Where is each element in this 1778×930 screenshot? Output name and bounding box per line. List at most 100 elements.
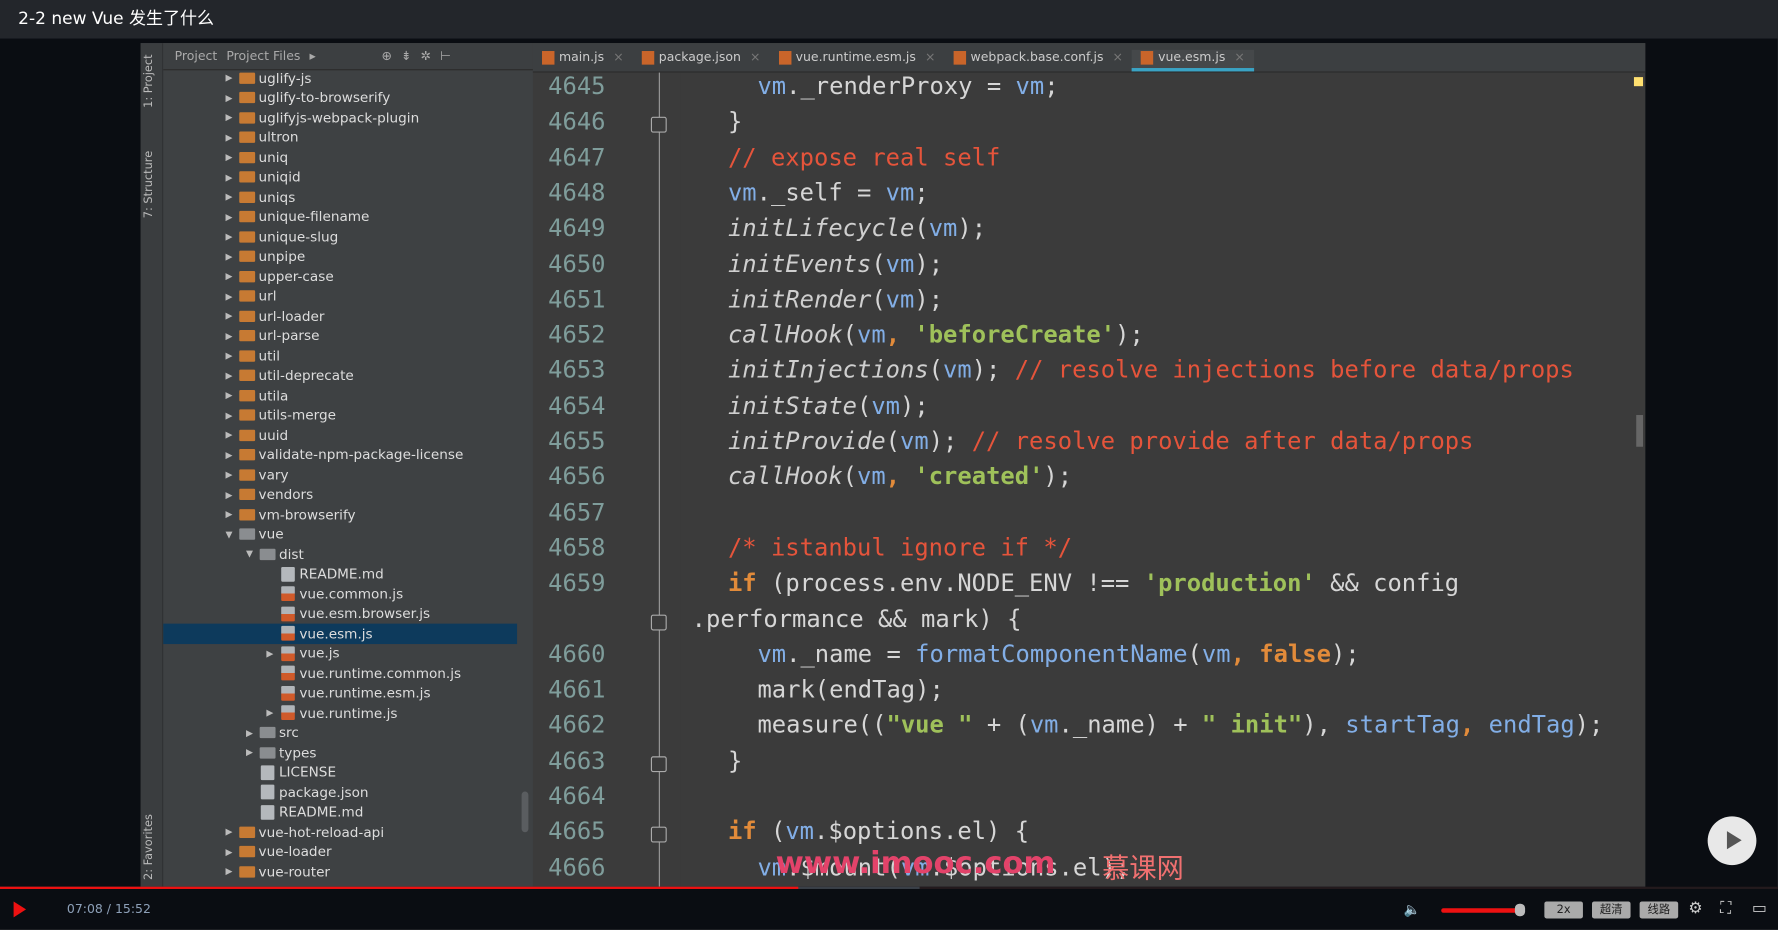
tree-item[interactable]: ▶ upper-case <box>163 266 517 286</box>
chevron-right-icon[interactable]: ▸ <box>309 49 315 64</box>
collapse-icon[interactable]: ⇟ <box>401 49 411 64</box>
chevron-right-icon[interactable]: ▶ <box>222 113 236 123</box>
tree-item[interactable]: ▶ vue-hot-reload-api <box>163 822 517 842</box>
chevron-right-icon[interactable]: ▶ <box>222 251 236 261</box>
chevron-right-icon[interactable]: ▶ <box>222 410 236 420</box>
code-line[interactable]: } <box>728 108 742 135</box>
tree-item[interactable]: ▶ uglify-js <box>163 68 517 88</box>
chevron-right-icon[interactable]: ▶ <box>222 291 236 301</box>
tree-item[interactable]: package.json <box>163 782 517 802</box>
tree-item[interactable]: ▶ uniqs <box>163 187 517 207</box>
tree-item[interactable]: ▶ utils-merge <box>163 405 517 425</box>
code-editor[interactable]: main.js × package.json × vue.runtime.esm.js ×… <box>532 43 1646 887</box>
big-play-button[interactable] <box>1707 816 1757 866</box>
code-line[interactable]: // expose real self <box>728 144 1000 171</box>
code-line[interactable]: initRender(vm); <box>728 286 943 313</box>
chevron-right-icon[interactable]: ▶ <box>222 93 236 103</box>
chevron-right-icon[interactable]: ▶ <box>222 212 236 222</box>
editor-tab[interactable]: vue.esm.js × <box>1132 49 1254 72</box>
chevron-down-icon[interactable]: ▼ <box>243 549 257 559</box>
project-tab[interactable]: Project <box>175 49 218 64</box>
code-line[interactable]: } <box>728 747 742 774</box>
chevron-right-icon[interactable]: ▶ <box>222 192 236 202</box>
project-files-tab[interactable]: Project Files <box>226 49 300 64</box>
tree-item[interactable]: README.md <box>163 564 517 584</box>
chevron-right-icon[interactable]: ▶ <box>222 152 236 162</box>
tree-item[interactable]: ▶ uglify-to-browserify <box>163 88 517 108</box>
tree-item[interactable]: ▶ util <box>163 346 517 366</box>
fold-icon[interactable] <box>650 614 667 630</box>
code-line[interactable]: if (vm.$options.el) { <box>728 818 1029 845</box>
tree-item[interactable]: ▶ unique-slug <box>163 227 517 247</box>
fold-icon[interactable] <box>650 117 667 134</box>
chevron-right-icon[interactable]: ▶ <box>222 232 236 242</box>
fold-icon[interactable] <box>650 755 667 772</box>
tree-item[interactable]: ▶ validate-npm-package-license <box>163 445 517 465</box>
tree-item[interactable]: ▼ vue <box>163 524 517 544</box>
tree-item[interactable]: ▶ src <box>163 723 517 743</box>
code-line[interactable]: mark(endTag); <box>757 676 943 703</box>
settings-icon[interactable]: ⚙ <box>1688 899 1702 917</box>
tree-item[interactable]: ▶ uglifyjs-webpack-plugin <box>163 108 517 128</box>
tree-item[interactable]: ▶ utila <box>163 386 517 406</box>
side-tab-favorites[interactable]: 2: Favorites <box>143 814 155 880</box>
tree-item[interactable]: ▶ vue-router <box>163 862 517 882</box>
chevron-right-icon[interactable]: ▶ <box>222 351 236 361</box>
chevron-right-icon[interactable]: ▶ <box>222 470 236 480</box>
close-icon[interactable]: × <box>925 50 935 65</box>
code-line[interactable]: .performance && mark) { <box>692 605 1022 632</box>
fold-icon[interactable] <box>650 826 667 843</box>
code-line[interactable]: initInjections(vm); // resolve injection… <box>728 356 1574 383</box>
close-icon[interactable]: × <box>613 50 623 65</box>
chevron-right-icon[interactable]: ▶ <box>222 331 236 341</box>
chevron-right-icon[interactable]: ▶ <box>222 827 236 837</box>
tree-item[interactable]: README.md <box>163 802 517 822</box>
tree-item[interactable]: ▶ unique-filename <box>163 207 517 227</box>
code-line[interactable]: vm._self = vm; <box>728 179 929 206</box>
chevron-right-icon[interactable]: ▶ <box>222 311 236 321</box>
code-line[interactable]: callHook(vm, 'beforeCreate'); <box>728 321 1144 348</box>
tree-item[interactable]: ▶ types <box>163 743 517 763</box>
tree-item[interactable]: ▶ uniq <box>163 147 517 167</box>
editor-tab[interactable]: main.js × <box>533 50 633 72</box>
chevron-right-icon[interactable]: ▶ <box>222 847 236 857</box>
code-line[interactable]: initLifecycle(vm); <box>728 215 986 242</box>
chevron-right-icon[interactable]: ▶ <box>222 867 236 877</box>
code-line[interactable]: callHook(vm, 'created'); <box>728 463 1072 490</box>
code-line[interactable]: if (process.env.NODE_ENV !== 'production… <box>728 569 1459 596</box>
code-line[interactable]: initEvents(vm); <box>728 250 943 277</box>
tree-item[interactable]: vue.runtime.esm.js <box>163 683 517 703</box>
tree-item[interactable]: ▶ vue.runtime.js <box>163 703 517 723</box>
tree-item[interactable]: ▶ vm-browserify <box>163 505 517 525</box>
close-icon[interactable]: × <box>1113 50 1123 65</box>
code-line[interactable]: vm._renderProxy = vm; <box>757 73 1058 100</box>
chevron-right-icon[interactable]: ▶ <box>243 728 257 738</box>
chevron-right-icon[interactable]: ▶ <box>222 490 236 500</box>
editor-tab[interactable]: webpack.base.conf.js × <box>944 50 1132 72</box>
quality-button[interactable]: 超清 <box>1591 901 1631 919</box>
chevron-right-icon[interactable]: ▶ <box>222 371 236 381</box>
side-tab-structure[interactable]: 7: Structure <box>143 151 155 218</box>
tree-item[interactable]: ▶ vue-loader <box>163 842 517 862</box>
code-line[interactable]: initProvide(vm); // resolve provide afte… <box>728 427 1474 454</box>
code-line[interactable]: initState(vm); <box>728 392 929 419</box>
tree-item[interactable]: vue.common.js <box>163 584 517 604</box>
volume-icon[interactable]: 🔈 <box>1404 901 1421 917</box>
line-button[interactable]: 线路 <box>1639 901 1679 919</box>
tree-item[interactable]: ▼ dist <box>163 544 517 564</box>
widescreen-icon[interactable]: ▭ <box>1752 899 1767 917</box>
tree-item[interactable]: ▶ vendors <box>163 485 517 505</box>
code-line[interactable]: /* istanbul ignore if */ <box>728 534 1072 561</box>
locate-icon[interactable]: ⊕ <box>382 49 392 64</box>
tree-item[interactable]: ▶ url-parse <box>163 326 517 346</box>
volume-slider[interactable] <box>1441 908 1521 913</box>
tree-item[interactable]: ▶ unpipe <box>163 247 517 267</box>
chevron-right-icon[interactable]: ▶ <box>243 748 257 758</box>
tree-item[interactable]: ▶ vue.js <box>163 643 517 663</box>
video-frame[interactable]: 1: Project 7: Structure 2: Favorites Pro… <box>140 43 1646 887</box>
volume-knob[interactable] <box>1514 903 1526 917</box>
tree-item[interactable]: LICENSE <box>163 763 517 783</box>
code-line[interactable]: vm._name = formatComponentName(vm, false… <box>757 640 1359 667</box>
tree-item[interactable]: ▶ url <box>163 286 517 306</box>
tree-item[interactable]: vue.esm.browser.js <box>163 604 517 624</box>
